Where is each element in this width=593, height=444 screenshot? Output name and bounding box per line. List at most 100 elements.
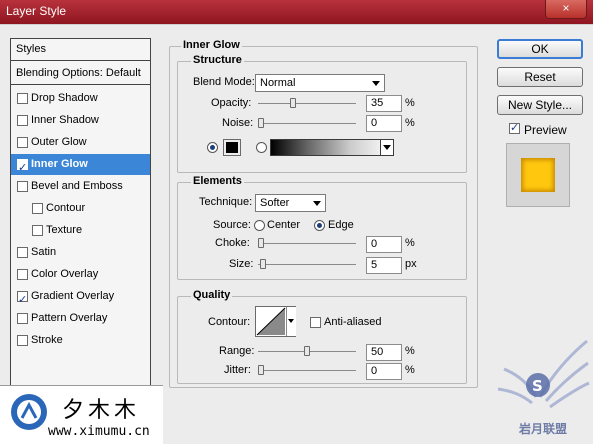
style-checkbox[interactable] — [17, 247, 28, 258]
size-unit: px — [405, 258, 417, 270]
preview-label[interactable]: Preview — [524, 123, 567, 137]
style-checkbox[interactable] — [17, 181, 28, 192]
style-checkbox[interactable] — [17, 289, 28, 310]
styles-header[interactable]: Styles — [11, 39, 150, 61]
blending-options-label: Blending Options: Default — [16, 67, 141, 79]
style-item-inner-glow[interactable]: Inner Glow — [11, 154, 150, 178]
jitter-slider-track[interactable] — [258, 370, 356, 371]
size-slider-thumb[interactable] — [259, 259, 266, 269]
opacity-slider-thumb[interactable] — [290, 98, 297, 108]
jitter-unit: % — [405, 364, 415, 376]
style-item-label: Inner Glow — [31, 158, 88, 170]
style-checkbox[interactable] — [32, 225, 43, 236]
source-edge-label[interactable]: Edge — [328, 219, 354, 231]
choke-slider-track[interactable] — [258, 243, 356, 244]
opacity-input[interactable]: 35 — [366, 95, 402, 112]
source-center-radio[interactable] — [254, 220, 265, 231]
opacity-slider-track[interactable] — [258, 103, 356, 104]
logo-url: www.ximumu.cn — [48, 424, 150, 439]
size-label: Size: — [229, 258, 254, 270]
logo-circle-icon — [11, 394, 47, 430]
anti-aliased-checkbox[interactable] — [310, 317, 321, 328]
technique-value: Softer — [260, 197, 290, 209]
style-item-pattern-overlay[interactable]: Pattern Overlay — [11, 308, 150, 329]
contour-picker[interactable] — [255, 306, 296, 337]
range-slider-thumb[interactable] — [304, 346, 310, 356]
styles-header-label: Styles — [16, 43, 46, 55]
style-checkbox[interactable] — [17, 137, 28, 148]
style-item-inner-shadow[interactable]: Inner Shadow — [11, 110, 150, 131]
noise-label: Noise: — [222, 117, 254, 129]
blend-mode-dropdown[interactable]: Normal — [255, 74, 385, 92]
technique-dropdown[interactable]: Softer — [255, 194, 326, 212]
brand-watermark-text: 岩月联盟 — [519, 422, 568, 436]
style-item-satin[interactable]: Satin — [11, 242, 150, 263]
glow-color-fill — [226, 142, 238, 153]
quality-title: Quality — [191, 289, 233, 301]
style-item-stroke[interactable]: Stroke — [11, 330, 150, 351]
gradient-picker[interactable] — [270, 139, 394, 156]
new-style-button[interactable]: New Style... — [497, 95, 583, 115]
style-item-texture[interactable]: Texture — [11, 220, 150, 241]
opacity-label: Opacity: — [211, 97, 252, 109]
style-checkbox[interactable] — [17, 93, 28, 104]
close-button[interactable]: × — [545, 0, 587, 19]
choke-slider-thumb[interactable] — [258, 238, 264, 248]
style-item-label: Gradient Overlay — [31, 290, 115, 302]
style-checkbox[interactable] — [17, 269, 28, 280]
jitter-input[interactable]: 0 — [366, 363, 402, 380]
style-item-contour[interactable]: Contour — [11, 198, 150, 219]
noise-slider-track[interactable] — [258, 123, 356, 124]
solid-color-radio[interactable] — [207, 142, 218, 153]
style-checkbox[interactable] — [17, 335, 28, 346]
elements-title: Elements — [191, 175, 244, 187]
window-title: Layer Style — [6, 4, 67, 18]
contour-dropdown-button[interactable] — [286, 307, 296, 336]
style-item-label: Inner Shadow — [31, 114, 99, 126]
blending-options-item[interactable]: Blending Options: Default — [11, 63, 150, 85]
inner-glow-title: Inner Glow — [181, 39, 242, 51]
style-checkbox[interactable] — [32, 203, 43, 214]
range-input[interactable]: 50 — [366, 344, 402, 361]
style-item-bevel-and-emboss[interactable]: Bevel and Emboss — [11, 176, 150, 197]
technique-label: Technique: — [199, 196, 253, 208]
size-slider-track[interactable] — [258, 264, 356, 265]
style-item-label: Bevel and Emboss — [31, 180, 123, 192]
style-item-label: Texture — [46, 224, 83, 236]
style-item-label: Outer Glow — [31, 136, 87, 148]
source-edge-radio[interactable] — [314, 220, 325, 231]
noise-slider-thumb[interactable] — [258, 118, 264, 128]
styles-list: Styles Blending Options: Default Drop Sh… — [10, 38, 151, 390]
opacity-unit: % — [405, 97, 415, 109]
style-checkbox[interactable] — [17, 157, 28, 178]
source-center-label[interactable]: Center — [267, 219, 300, 231]
gradient-radio[interactable] — [256, 142, 267, 153]
style-item-label: Drop Shadow — [31, 92, 98, 104]
range-unit: % — [405, 345, 415, 357]
glow-color-swatch[interactable] — [223, 139, 241, 156]
reset-button[interactable]: Reset — [497, 67, 583, 87]
style-checkbox[interactable] — [17, 313, 28, 324]
blend-mode-label: Blend Mode: — [193, 76, 255, 88]
choke-label: Choke: — [215, 237, 250, 249]
style-item-label: Stroke — [31, 334, 63, 346]
style-item-label: Contour — [46, 202, 86, 214]
jitter-slider-thumb[interactable] — [258, 365, 264, 375]
style-item-drop-shadow[interactable]: Drop Shadow — [11, 88, 150, 109]
gradient-dropdown-button[interactable] — [380, 140, 393, 155]
anti-aliased-label[interactable]: Anti-aliased — [324, 316, 381, 328]
choke-unit: % — [405, 237, 415, 249]
preview-box — [506, 143, 570, 207]
style-checkbox[interactable] — [17, 115, 28, 126]
style-item-color-overlay[interactable]: Color Overlay — [11, 264, 150, 285]
ok-button[interactable]: OK — [497, 39, 583, 59]
choke-input[interactable]: 0 — [366, 236, 402, 253]
size-input[interactable]: 5 — [366, 257, 402, 274]
svg-text:S: S — [532, 377, 543, 395]
style-item-outer-glow[interactable]: Outer Glow — [11, 132, 150, 153]
preview-checkbox[interactable] — [509, 121, 520, 134]
noise-input[interactable]: 0 — [366, 115, 402, 132]
chevron-down-icon — [313, 201, 321, 206]
blend-mode-value: Normal — [260, 77, 296, 89]
style-item-gradient-overlay[interactable]: Gradient Overlay — [11, 286, 150, 310]
